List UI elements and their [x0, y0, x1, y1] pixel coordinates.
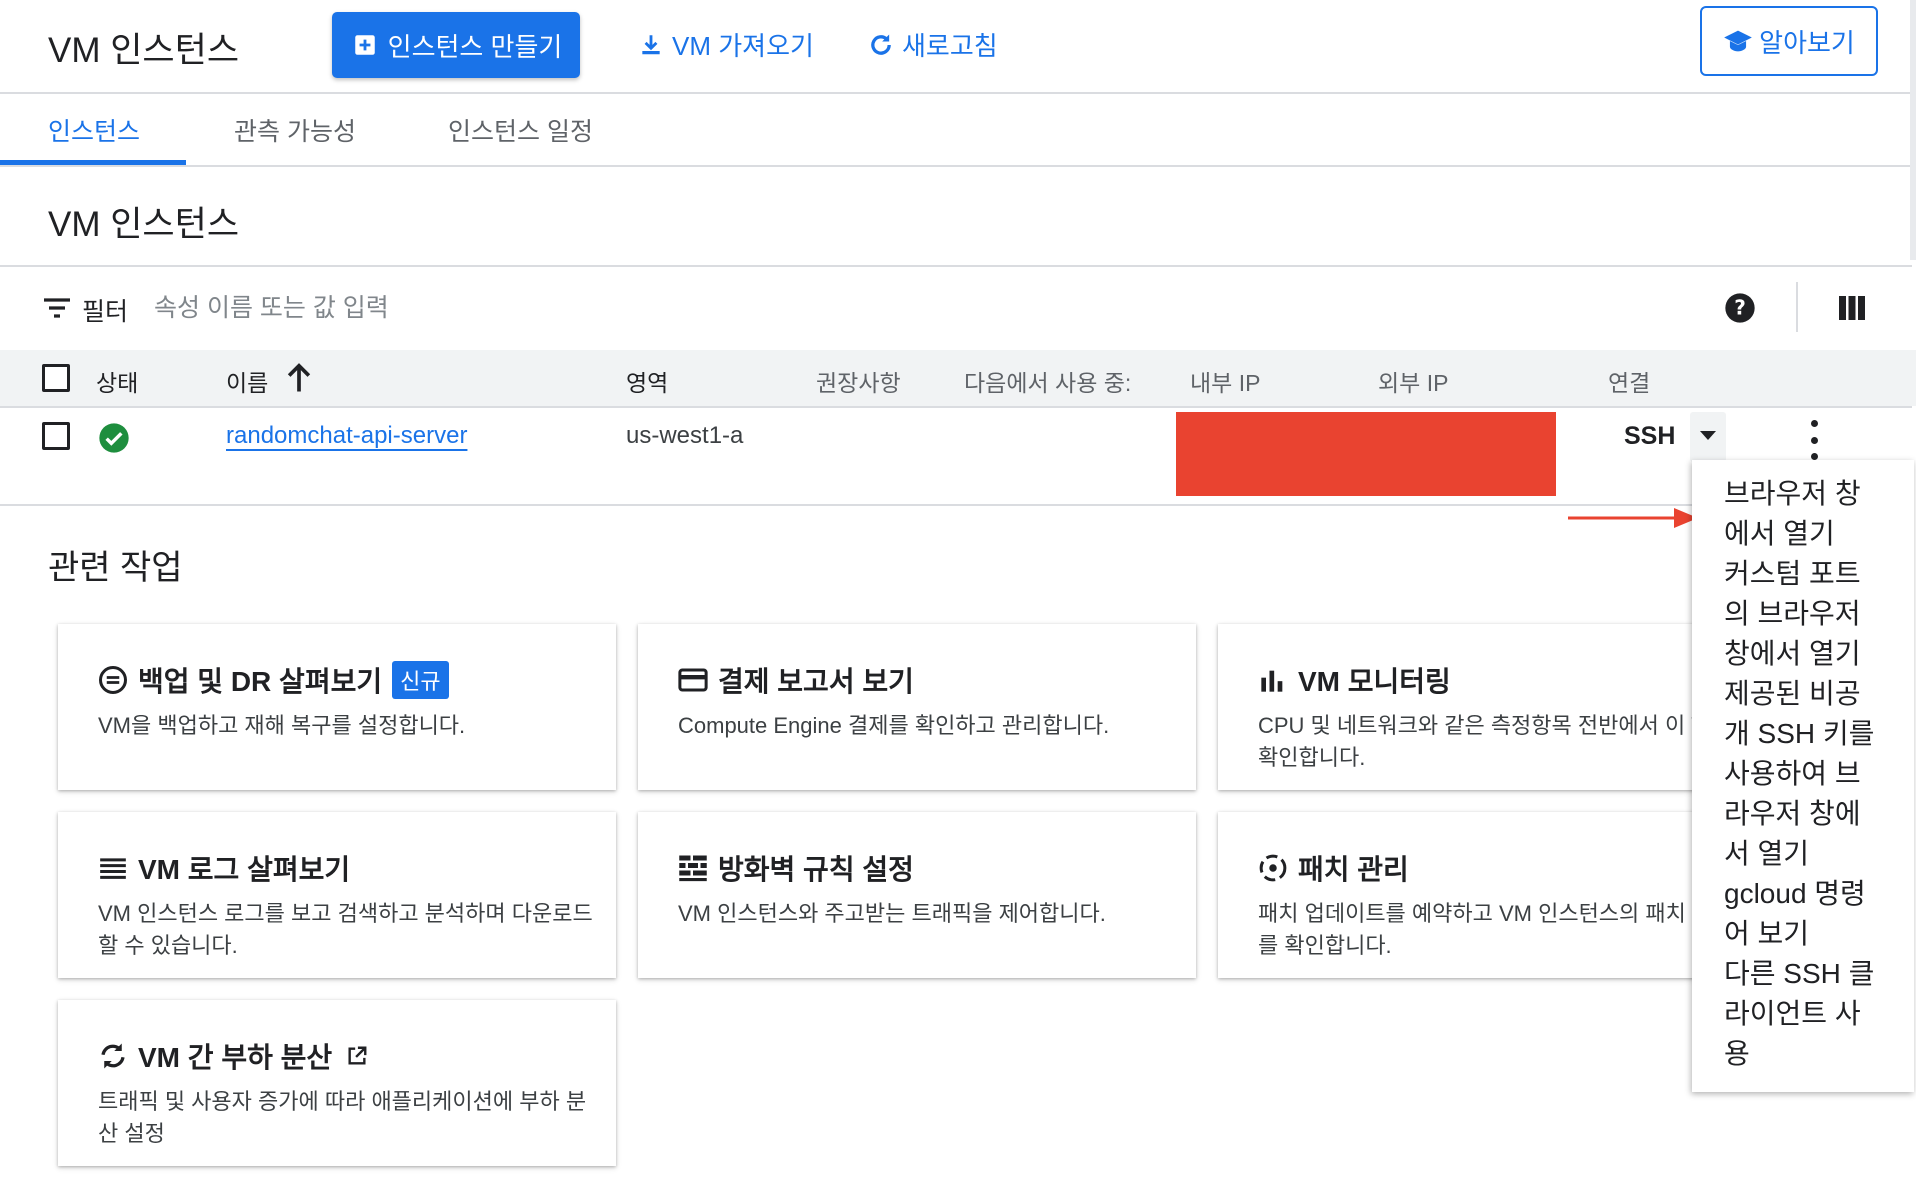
filter-icon[interactable]: [42, 296, 72, 325]
instance-zone: us-west1-a: [626, 422, 744, 449]
ip-redaction: [1176, 412, 1556, 496]
create-instance-label: 인스턴스 만들기: [387, 31, 563, 62]
menu-item-open-custom-port[interactable]: 커스텀 포트의 브라우저 창에서 열기: [1724, 554, 1884, 674]
card-title: 방화벽 규칙 설정: [718, 854, 914, 885]
page-header-title: VM 인스턴스: [48, 31, 240, 70]
caret-down-icon: [1700, 428, 1716, 446]
card-vm-logs[interactable]: VM 로그 살펴보기 VM 인스턴스 로그를 보고 검색하고 분석하며 다운로드…: [58, 812, 616, 978]
sort-ascending-icon[interactable]: [284, 362, 314, 399]
card-backup-dr[interactable]: 백업 및 DR 살펴보기 신규 VM을 백업하고 재해 복구를 설정합니다.: [58, 624, 616, 790]
card-firewall-rules[interactable]: 방화벽 규칙 설정 VM 인스턴스와 주고받는 트래픽을 제어합니다.: [638, 812, 1196, 978]
tab-instance-schedules[interactable]: 인스턴스 일정: [448, 112, 593, 148]
column-header-zone[interactable]: 영역: [626, 364, 668, 398]
more-actions-icon[interactable]: [1800, 420, 1828, 460]
school-icon: [1723, 26, 1753, 56]
card-title: 백업 및 DR 살펴보기: [138, 666, 383, 697]
column-header-internal-ip[interactable]: 내부 IP: [1190, 364, 1260, 398]
card-load-balancing[interactable]: VM 간 부하 분산 트래픽 및 사용자 증가에 따라 애플리케이션에 부하 분…: [58, 1000, 616, 1166]
import-vm-button[interactable]: VM 가져오기: [636, 26, 814, 63]
filter-label: 필터: [82, 298, 129, 326]
filter-input[interactable]: [152, 286, 856, 330]
tab-instances[interactable]: 인스턴스: [48, 112, 140, 148]
help-icon[interactable]: ?: [1724, 292, 1756, 329]
external-link-icon: [342, 1041, 372, 1071]
firewall-icon: [678, 853, 708, 883]
annotation-arrow-icon: [1568, 506, 1700, 535]
column-header-connect[interactable]: 연결: [1608, 364, 1650, 398]
new-badge: 신규: [392, 661, 449, 699]
menu-item-open-browser[interactable]: 브라우저 창에서 열기: [1724, 474, 1884, 554]
menu-item-gcloud-command[interactable]: gcloud 명령어 보기: [1724, 874, 1884, 954]
section-divider: [0, 265, 1912, 267]
backup-icon: [98, 665, 128, 695]
create-instance-button[interactable]: 인스턴스 만들기: [332, 12, 580, 78]
card-description: 트래픽 및 사용자 증가에 따라 애플리케이션에 부하 분산 설정: [98, 1089, 587, 1146]
status-running-icon: [98, 422, 130, 459]
related-actions-title: 관련 작업: [48, 549, 183, 587]
ssh-button[interactable]: SSH: [1624, 422, 1675, 451]
select-all-checkbox[interactable]: [42, 364, 70, 392]
card-title: 결제 보고서 보기: [718, 666, 914, 697]
patch-icon: [1258, 853, 1288, 883]
ssh-dropdown-button[interactable]: [1690, 412, 1726, 462]
scrollbar[interactable]: [1910, 0, 1916, 260]
menu-item-open-private-key[interactable]: 제공된 비공개 SSH 키를 사용하여 브라우저 창에서 열기: [1724, 674, 1884, 874]
column-header-external-ip[interactable]: 외부 IP: [1378, 364, 1448, 398]
card-description: 패치 업데이트를 예약하고 VM 인스턴스의 패치 정 준수를 확인합니다.: [1258, 901, 1759, 958]
svg-text:?: ?: [1734, 296, 1746, 320]
card-title: 패치 관리: [1298, 854, 1409, 885]
column-header-recommendation[interactable]: 권장사항: [816, 364, 901, 398]
section-title: VM 인스턴스: [48, 205, 240, 244]
load-balance-icon: [98, 1041, 128, 1071]
header-divider: [0, 92, 1912, 94]
logs-icon: [98, 853, 128, 883]
column-header-status[interactable]: 상태: [96, 364, 138, 398]
refresh-label: 새로고침: [902, 31, 998, 61]
bar-chart-icon: [1258, 665, 1288, 695]
refresh-button[interactable]: 새로고침: [866, 26, 998, 63]
tabs-divider: [0, 165, 1912, 167]
billing-card-icon: [678, 665, 708, 695]
card-title: VM 모니터링: [1298, 666, 1451, 697]
card-description: VM 인스턴스와 주고받는 트래픽을 제어합니다.: [678, 901, 1106, 926]
column-display-icon[interactable]: [1838, 294, 1866, 327]
import-vm-label: VM 가져오기: [672, 31, 814, 61]
card-description: CPU 및 네트워크와 같은 측정항목 전반에서 이 VM을 확인합니다.: [1258, 713, 1745, 770]
download-icon: [636, 30, 666, 60]
card-title: VM 간 부하 분산: [138, 1042, 333, 1073]
card-description: VM 인스턴스 로그를 보고 검색하고 분석하며 다운로드할 수 있습니다.: [98, 901, 593, 958]
header-row-divider: [0, 406, 1912, 408]
add-box-icon: [350, 30, 380, 60]
learn-label: 알아보기: [1759, 27, 1855, 58]
card-billing-report[interactable]: 결제 보고서 보기 Compute Engine 결제를 확인하고 관리합니다.: [638, 624, 1196, 790]
ssh-options-menu: 브라우저 창에서 열기 커스텀 포트의 브라우저 창에서 열기 제공된 비공개 …: [1692, 460, 1914, 1092]
toolbar-divider: [1796, 282, 1798, 332]
column-header-name[interactable]: 이름: [226, 364, 268, 398]
refresh-icon: [866, 30, 896, 60]
learn-button[interactable]: 알아보기: [1700, 6, 1878, 76]
menu-item-other-client[interactable]: 다른 SSH 클라이언트 사용: [1724, 954, 1884, 1074]
instance-name-link[interactable]: randomchat-api-server: [226, 422, 467, 450]
card-description: VM을 백업하고 재해 복구를 설정합니다.: [98, 713, 466, 738]
tab-observability[interactable]: 관측 가능성: [234, 112, 356, 148]
row-checkbox[interactable]: [42, 422, 70, 450]
card-description: Compute Engine 결제를 확인하고 관리합니다.: [678, 713, 1110, 738]
card-title: VM 로그 살펴보기: [138, 854, 351, 885]
column-header-in-use-by[interactable]: 다음에서 사용 중:: [964, 364, 1131, 398]
